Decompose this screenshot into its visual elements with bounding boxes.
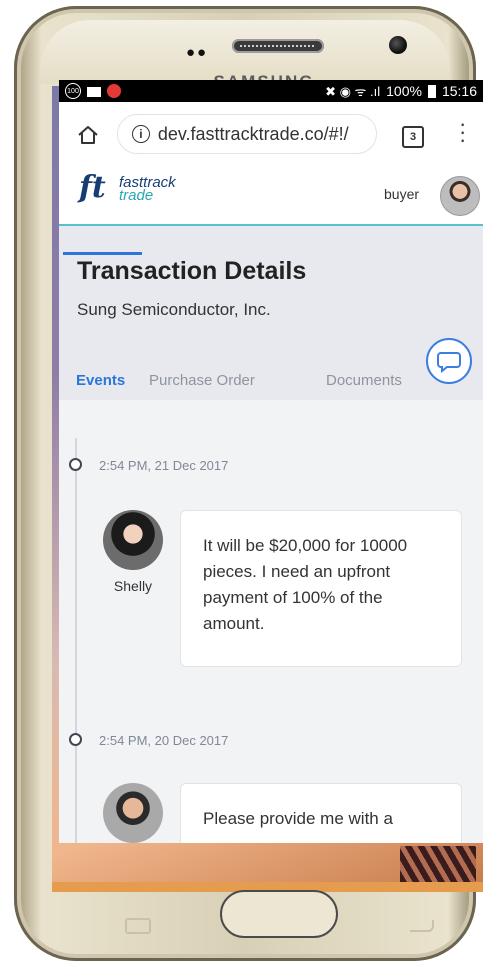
sender-name: Shelly — [113, 578, 153, 594]
timeline-dot — [69, 733, 82, 746]
url-text[interactable]: dev.fasttracktrade.co/#!/ — [158, 124, 376, 145]
battery-icon — [427, 84, 436, 98]
timeline-dot — [69, 458, 82, 471]
message-bubble: Please provide me with a — [180, 783, 462, 843]
event-time: 2:54 PM, 21 Dec 2017 — [99, 458, 229, 473]
phone-screen: 100 ✖ ◉ ᯤ .ıl 100% 15:16 i dev.fasttrack… — [59, 80, 483, 843]
chat-button[interactable] — [426, 338, 472, 384]
events-timeline: 2:54 PM, 21 Dec 2017 Shelly It will be $… — [59, 400, 483, 843]
status-bar: 100 ✖ ◉ ᯤ .ıl 100% 15:16 — [59, 80, 483, 102]
info-icon[interactable]: i — [132, 125, 150, 143]
sender-avatar[interactable] — [103, 510, 163, 570]
user-role-label[interactable]: buyer — [384, 186, 419, 202]
tab-events[interactable]: Events — [76, 372, 125, 389]
tab-purchase-order[interactable]: Purchase Order — [149, 372, 255, 389]
sensor-dots: ●● — [186, 44, 209, 61]
home-icon[interactable] — [77, 124, 99, 146]
message-bubble: It will be $20,000 for 10000 pieces. I n… — [180, 510, 462, 667]
sender-avatar[interactable] — [103, 783, 163, 843]
tab-switcher-icon[interactable]: 3 — [402, 126, 424, 148]
battery-saver-badge: 100 — [65, 83, 81, 99]
wallpaper-stripes — [400, 846, 476, 882]
event-time: 2:54 PM, 20 Dec 2017 — [99, 733, 229, 748]
battery-percent: 100% — [386, 83, 422, 99]
earpiece-speaker — [232, 39, 324, 53]
mail-icon — [87, 86, 101, 97]
app-header: ft fasttrack trade buyer — [59, 166, 483, 226]
browser-toolbar: i dev.fasttracktrade.co/#!/ 3 · · · — [59, 102, 483, 166]
more-vert-icon[interactable]: · · · — [459, 113, 466, 151]
back-key[interactable] — [410, 920, 434, 932]
address-bar[interactable]: i dev.fasttracktrade.co/#!/ — [117, 114, 377, 154]
user-avatar[interactable] — [440, 176, 480, 216]
chat-icon — [437, 352, 461, 374]
company-name: Sung Semiconductor, Inc. — [77, 300, 271, 319]
tab-bar: Events Purchase Order Documents — [59, 358, 483, 400]
front-camera — [389, 36, 407, 54]
signal-icons: ✖ ◉ ᯤ .ıl — [325, 84, 381, 99]
timeline-line — [75, 438, 77, 843]
page-title: Transaction Details — [77, 257, 307, 285]
status-system: ✖ ◉ ᯤ .ıl 100% 15:16 — [325, 82, 477, 100]
tab-documents[interactable]: Documents — [326, 372, 402, 389]
active-tab-indicator — [63, 252, 142, 255]
home-hardware-button[interactable] — [220, 890, 338, 938]
notification-icon — [107, 84, 121, 98]
clock: 15:16 — [441, 83, 477, 99]
logo-mark[interactable]: ft — [79, 170, 106, 205]
status-notifications: 100 — [65, 83, 121, 99]
recent-apps-key[interactable] — [125, 918, 151, 934]
logo-wordmark[interactable]: fasttrack trade — [119, 175, 176, 203]
